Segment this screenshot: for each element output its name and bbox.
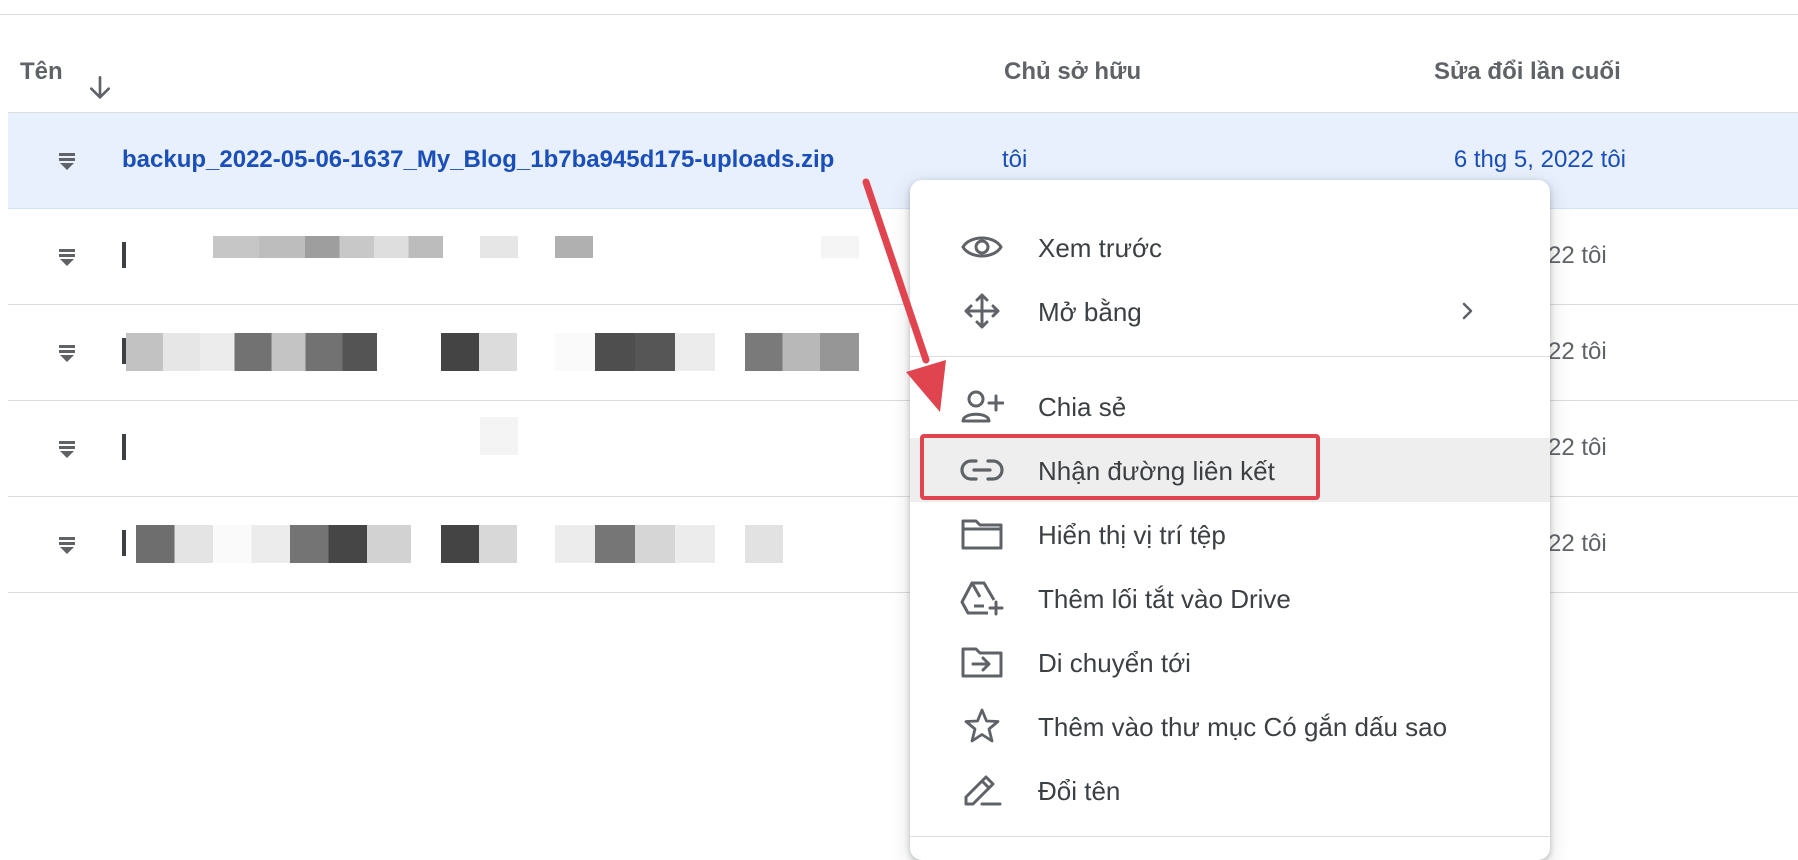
file-modified-partial: 22 tôi (1548, 242, 1607, 269)
column-header-name[interactable]: Tên (20, 58, 63, 86)
annotation-highlight-box (920, 434, 1320, 500)
menu-item-label: Hiển thị vị trí tệp (1038, 520, 1226, 550)
column-header-modified[interactable]: Sửa đổi lần cuối (1434, 58, 1621, 86)
obscured-file-name (122, 530, 126, 556)
file-modified-partial: 22 tôi (1548, 530, 1607, 557)
zip-file-icon (59, 345, 75, 362)
zip-file-icon (59, 153, 75, 170)
pencil-icon (964, 775, 1002, 806)
menu-item-share[interactable]: Chia sẻ (910, 374, 1550, 438)
folder-move-icon (961, 647, 1003, 678)
menu-item-add-to-starred[interactable]: Thêm vào thư mục Có gắn dấu sao (910, 694, 1550, 758)
file-modified: 6 thg 5, 2022 tôi (1453, 146, 1626, 173)
folder-icon (961, 519, 1003, 550)
pixelated-block (213, 236, 443, 258)
move-arrows-icon (964, 293, 1000, 329)
obscured-file-name (122, 434, 126, 460)
menu-item-show-location[interactable]: Hiển thị vị trí tệp (910, 502, 1550, 566)
pixelated-block (441, 525, 517, 563)
menu-divider (910, 356, 1550, 357)
star-icon (964, 708, 1000, 743)
menu-item-label: Đổi tên (1038, 776, 1121, 806)
column-header-owner[interactable]: Chủ sở hữu (1004, 58, 1141, 86)
file-name[interactable]: backup_2022-05-06-1637_My_Blog_1b7ba945d… (122, 146, 834, 174)
zip-file-icon (59, 441, 75, 458)
arrow-down-icon (90, 76, 110, 99)
file-owner: tôi (1002, 146, 1028, 173)
pixelated-block (821, 236, 859, 258)
pixelated-block (480, 417, 518, 455)
file-modified-partial: 22 tôi (1548, 434, 1607, 461)
top-divider (0, 14, 1798, 15)
pixelated-block (136, 525, 411, 563)
context-menu: Xem trước Mở bằng Chia sẻ Nhận đường liê… (910, 180, 1550, 860)
menu-divider (910, 836, 1550, 837)
file-modified-partial: 22 tôi (1548, 338, 1607, 365)
menu-item-label: Di chuyển tới (1038, 648, 1191, 678)
pixelated-block (745, 333, 859, 371)
sort-direction-button[interactable] (84, 72, 116, 104)
person-add-icon (961, 390, 1004, 423)
menu-item-label: Thêm vào thư mục Có gắn dấu sao (1038, 712, 1448, 742)
pixelated-block (480, 236, 518, 258)
chevron-right-icon (1462, 302, 1473, 320)
pixelated-block (441, 333, 517, 371)
menu-item-rename[interactable]: Đổi tên (910, 758, 1550, 822)
pixelated-block (555, 525, 715, 563)
file-list-header: Tên Chủ sở hữu Sửa đổi lần cuối (0, 16, 1798, 112)
menu-item-add-shortcut[interactable]: Thêm lối tắt vào Drive (910, 566, 1550, 630)
pixelated-block (745, 525, 783, 563)
menu-item-label: Thêm lối tắt vào Drive (1038, 584, 1291, 614)
zip-file-icon (59, 249, 75, 266)
zip-file-icon (59, 537, 75, 554)
pixelated-block (126, 333, 411, 371)
pixelated-block (555, 236, 593, 258)
eye-icon (961, 236, 1003, 258)
menu-item-preview[interactable]: Xem trước (910, 215, 1550, 279)
obscured-file-name (122, 242, 126, 268)
menu-item-label: Chia sẻ (1038, 392, 1127, 422)
drive-shortcut-icon (960, 581, 1004, 616)
pixelated-block (555, 333, 715, 371)
menu-item-label: Mở bằng (1038, 297, 1142, 327)
menu-item-open-with[interactable]: Mở bằng (910, 279, 1550, 343)
menu-item-move-to[interactable]: Di chuyển tới (910, 630, 1550, 694)
menu-item-label: Xem trước (1038, 233, 1163, 263)
